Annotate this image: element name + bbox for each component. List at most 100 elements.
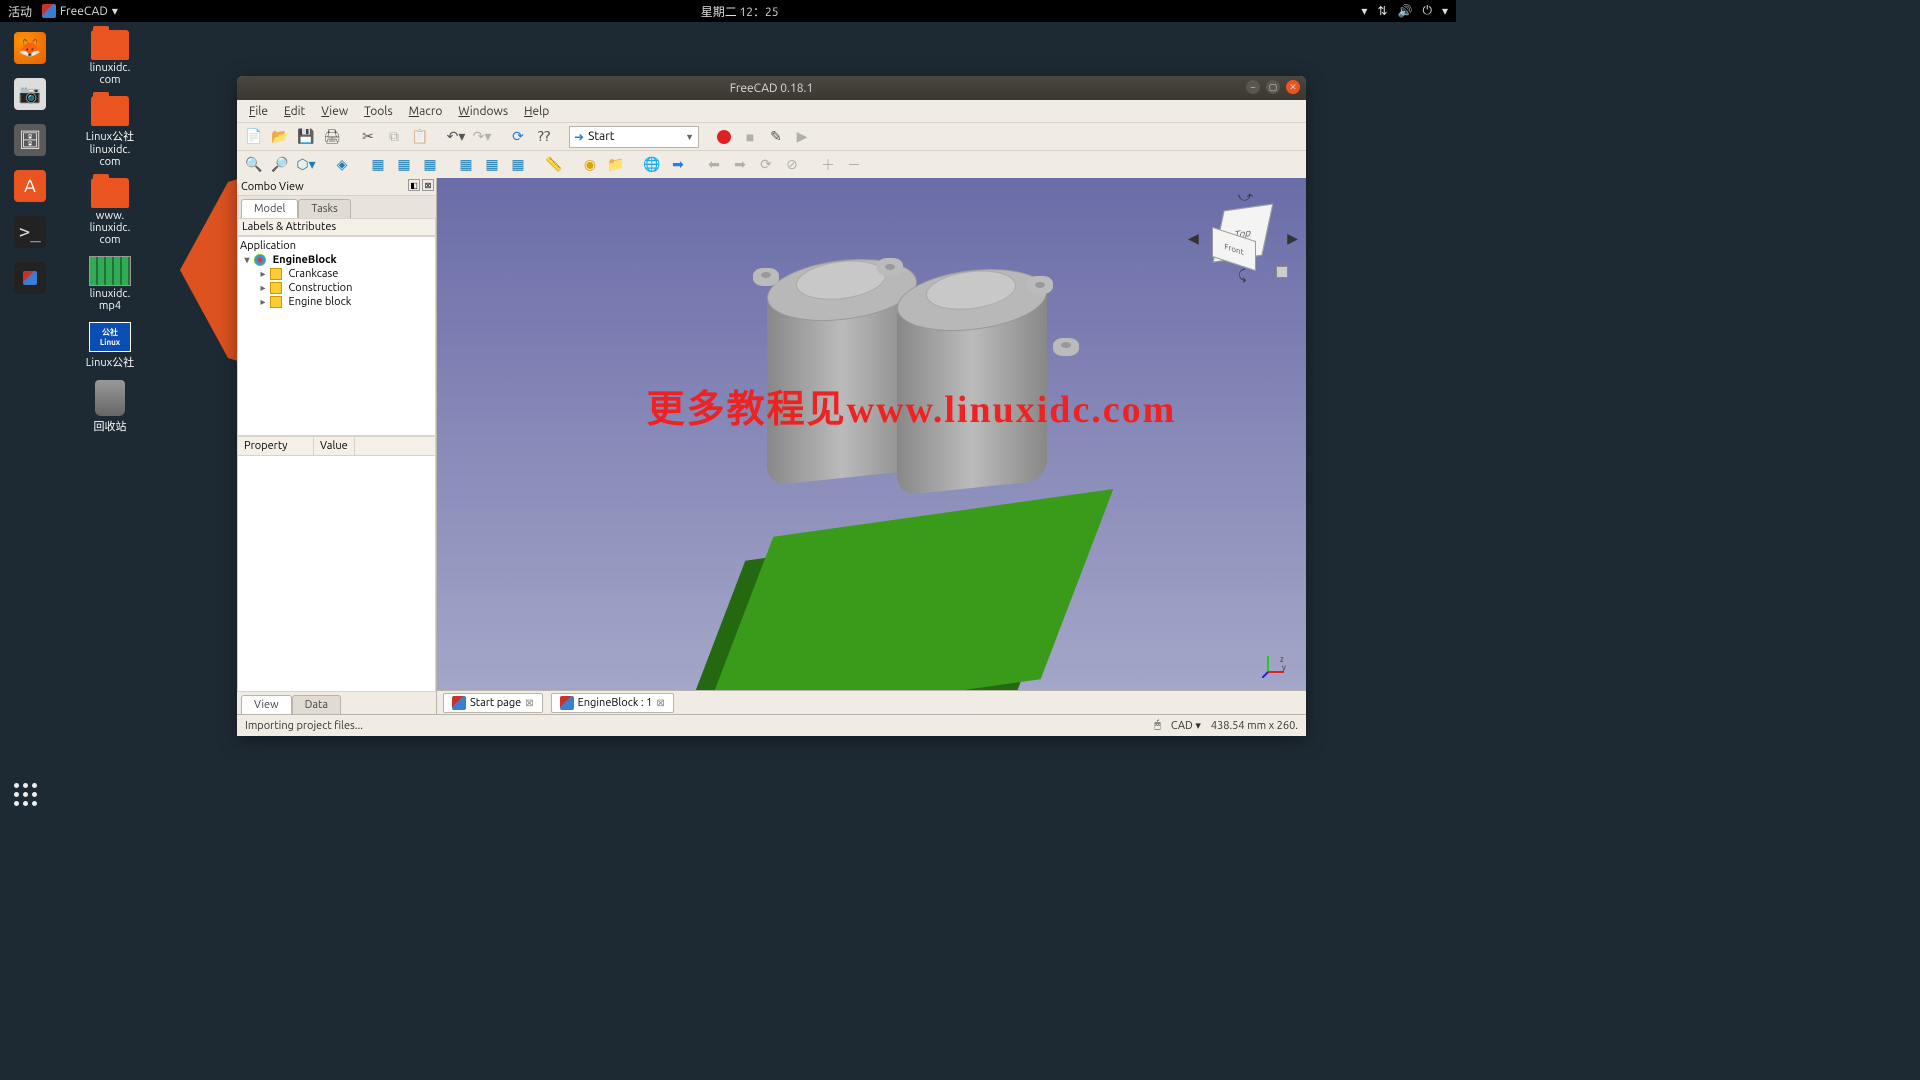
open-button[interactable]: 📂 [269,126,291,148]
macro-run-button[interactable]: ▶ [791,126,813,148]
rear-view-button[interactable]: ▦ [455,154,477,176]
top-view-button[interactable]: ▦ [393,154,415,176]
dropdown-icon[interactable]: ▾ [1361,4,1367,18]
macro-record-button[interactable] [713,126,735,148]
left-view-button[interactable]: ▦ [507,154,529,176]
prop-col-property: Property [238,437,314,455]
3d-viewport[interactable]: 更多教程见www.linuxidc.com ⤻ Top Front ◀ ▶ ⤹ [437,178,1306,690]
redo-button[interactable]: ↷▾ [471,126,493,148]
tree-node[interactable]: ▸ Engine block [240,295,433,309]
activities-button[interactable]: 活动 [8,3,32,20]
volume-icon[interactable]: 🔊 [1398,4,1413,18]
document-tabs: Start page ⊠ EngineBlock : 1 ⊠ [437,690,1306,714]
close-icon[interactable]: ⊠ [656,697,664,709]
link-go-button[interactable]: ➡ [667,154,689,176]
close-button[interactable]: ✕ [1286,80,1300,94]
zoom-out-button[interactable]: － [843,154,865,176]
desktop-folder[interactable]: linuxidc. com [70,30,150,86]
engine-block-model [637,238,1177,690]
measure-button[interactable]: 📏 [543,154,565,176]
menu-caret-icon[interactable]: ▾ [1442,4,1448,18]
workbench-selector[interactable]: ➜ Start ▼ [569,126,699,148]
zoom-in-button[interactable]: ＋ [817,154,839,176]
dock-files[interactable]: 🗄 [14,124,46,156]
menu-edit[interactable]: Edit [278,103,311,120]
maximize-button[interactable]: ▢ [1266,80,1280,94]
panel-close-button[interactable]: ⊠ [422,179,434,191]
dock-firefox[interactable]: 🦊 [14,32,46,64]
menu-macro[interactable]: Macro [403,103,449,120]
doc-tab-start[interactable]: Start page ⊠ [443,693,543,713]
tab-view[interactable]: View [241,695,292,714]
part-button[interactable]: ◉ [579,154,601,176]
desktop-video[interactable]: linuxidc. mp4 [70,256,150,312]
whatsthis-button[interactable]: ⁇ [533,126,555,148]
save-button[interactable]: 💾 [295,126,317,148]
navigation-cube[interactable]: ⤻ Top Front ◀ ▶ ⤹ [1198,190,1288,280]
nav-stop-button[interactable]: ⊘ [781,154,803,176]
combo-view-title[interactable]: Combo View ◧⊠ [237,178,436,196]
web-button[interactable]: 🌐 [641,154,663,176]
copy-button[interactable]: ⧉ [383,126,405,148]
menu-view[interactable]: View [315,103,354,120]
undo-button[interactable]: ↶▾ [445,126,467,148]
cut-button[interactable]: ✂ [357,126,379,148]
menu-file[interactable]: File [243,103,274,120]
part-icon [270,296,282,308]
close-icon[interactable]: ⊠ [525,697,533,709]
panel-float-button[interactable]: ◧ [408,179,420,191]
nav-style[interactable]: CAD ▾ [1171,719,1201,732]
dock-software[interactable]: A [14,170,46,202]
show-applications-button[interactable] [14,783,37,806]
iso-view-button[interactable]: ◈ [331,154,353,176]
power-icon[interactable]: ⏻ [1422,4,1432,18]
new-button[interactable]: 📄 [243,126,265,148]
print-button[interactable]: 🖨 [321,126,343,148]
minimize-button[interactable]: – [1246,80,1260,94]
desktop-link[interactable]: 公社LinuxLinux公社 [70,322,150,370]
tree-node[interactable]: ▸ Construction [240,281,433,295]
nav-fwd-button[interactable]: ➡ [729,154,751,176]
status-message: Importing project files... [245,720,363,732]
network-icon[interactable]: ⇅ [1377,4,1387,18]
fit-selection-button[interactable]: 🔎 [269,154,291,176]
menu-help[interactable]: Help [518,103,555,120]
group-button[interactable]: 📁 [605,154,627,176]
clock[interactable]: 星期二 12：25 [118,3,1362,20]
right-view-button[interactable]: ▦ [419,154,441,176]
front-view-button[interactable]: ▦ [367,154,389,176]
dock-freecad[interactable] [14,262,46,294]
tab-model[interactable]: Model [241,199,298,218]
nav-back-button[interactable]: ⬅ [703,154,725,176]
freecad-window: FreeCAD 0.18.1 – ▢ ✕ File Edit View Tool… [237,76,1306,736]
desktop-folder[interactable]: Linux公社 linuxidc. com [70,96,150,168]
model-tree[interactable]: Application ▾ EngineBlock ▸ Crankcase ▸ … [237,236,436,436]
titlebar[interactable]: FreeCAD 0.18.1 – ▢ ✕ [237,76,1306,100]
svg-text:y: y [1282,663,1286,672]
draw-style-button[interactable]: ⬡▾ [295,154,317,176]
menu-tools[interactable]: Tools [358,103,399,120]
desktop-folder[interactable]: www. linuxidc. com [70,178,150,246]
macro-edit-button[interactable]: ✎ [765,126,787,148]
dock-camera[interactable]: 📷 [14,78,46,110]
refresh-button[interactable]: ⟳ [507,126,529,148]
window-title: FreeCAD 0.18.1 [730,82,814,95]
property-grid[interactable]: Property Value [237,436,436,692]
tab-tasks[interactable]: Tasks [298,199,350,218]
doc-tab-engineblock[interactable]: EngineBlock : 1 ⊠ [551,693,674,713]
fit-all-button[interactable]: 🔍 [243,154,265,176]
part-icon [270,282,282,294]
app-menu[interactable]: FreeCAD ▾ [42,4,118,18]
tree-node[interactable]: ▸ Crankcase [240,267,433,281]
menu-windows[interactable]: Windows [452,103,514,120]
macro-stop-button[interactable]: ■ [739,126,761,148]
nav-refresh-button[interactable]: ⟳ [755,154,777,176]
tab-data[interactable]: Data [292,695,341,714]
navcube-mini[interactable] [1276,266,1288,278]
paste-button[interactable]: 📋 [409,126,431,148]
tree-doc[interactable]: ▾ EngineBlock [240,253,433,267]
bottom-view-button[interactable]: ▦ [481,154,503,176]
desktop-trash[interactable]: 回收站 [70,380,150,434]
toolbar-main: 📄 📂 💾 🖨 ✂ ⧉ 📋 ↶▾ ↷▾ ⟳ ⁇ ➜ Start ▼ ■ ✎ ▶ [237,122,1306,150]
dock-terminal[interactable]: >_ [14,216,46,248]
